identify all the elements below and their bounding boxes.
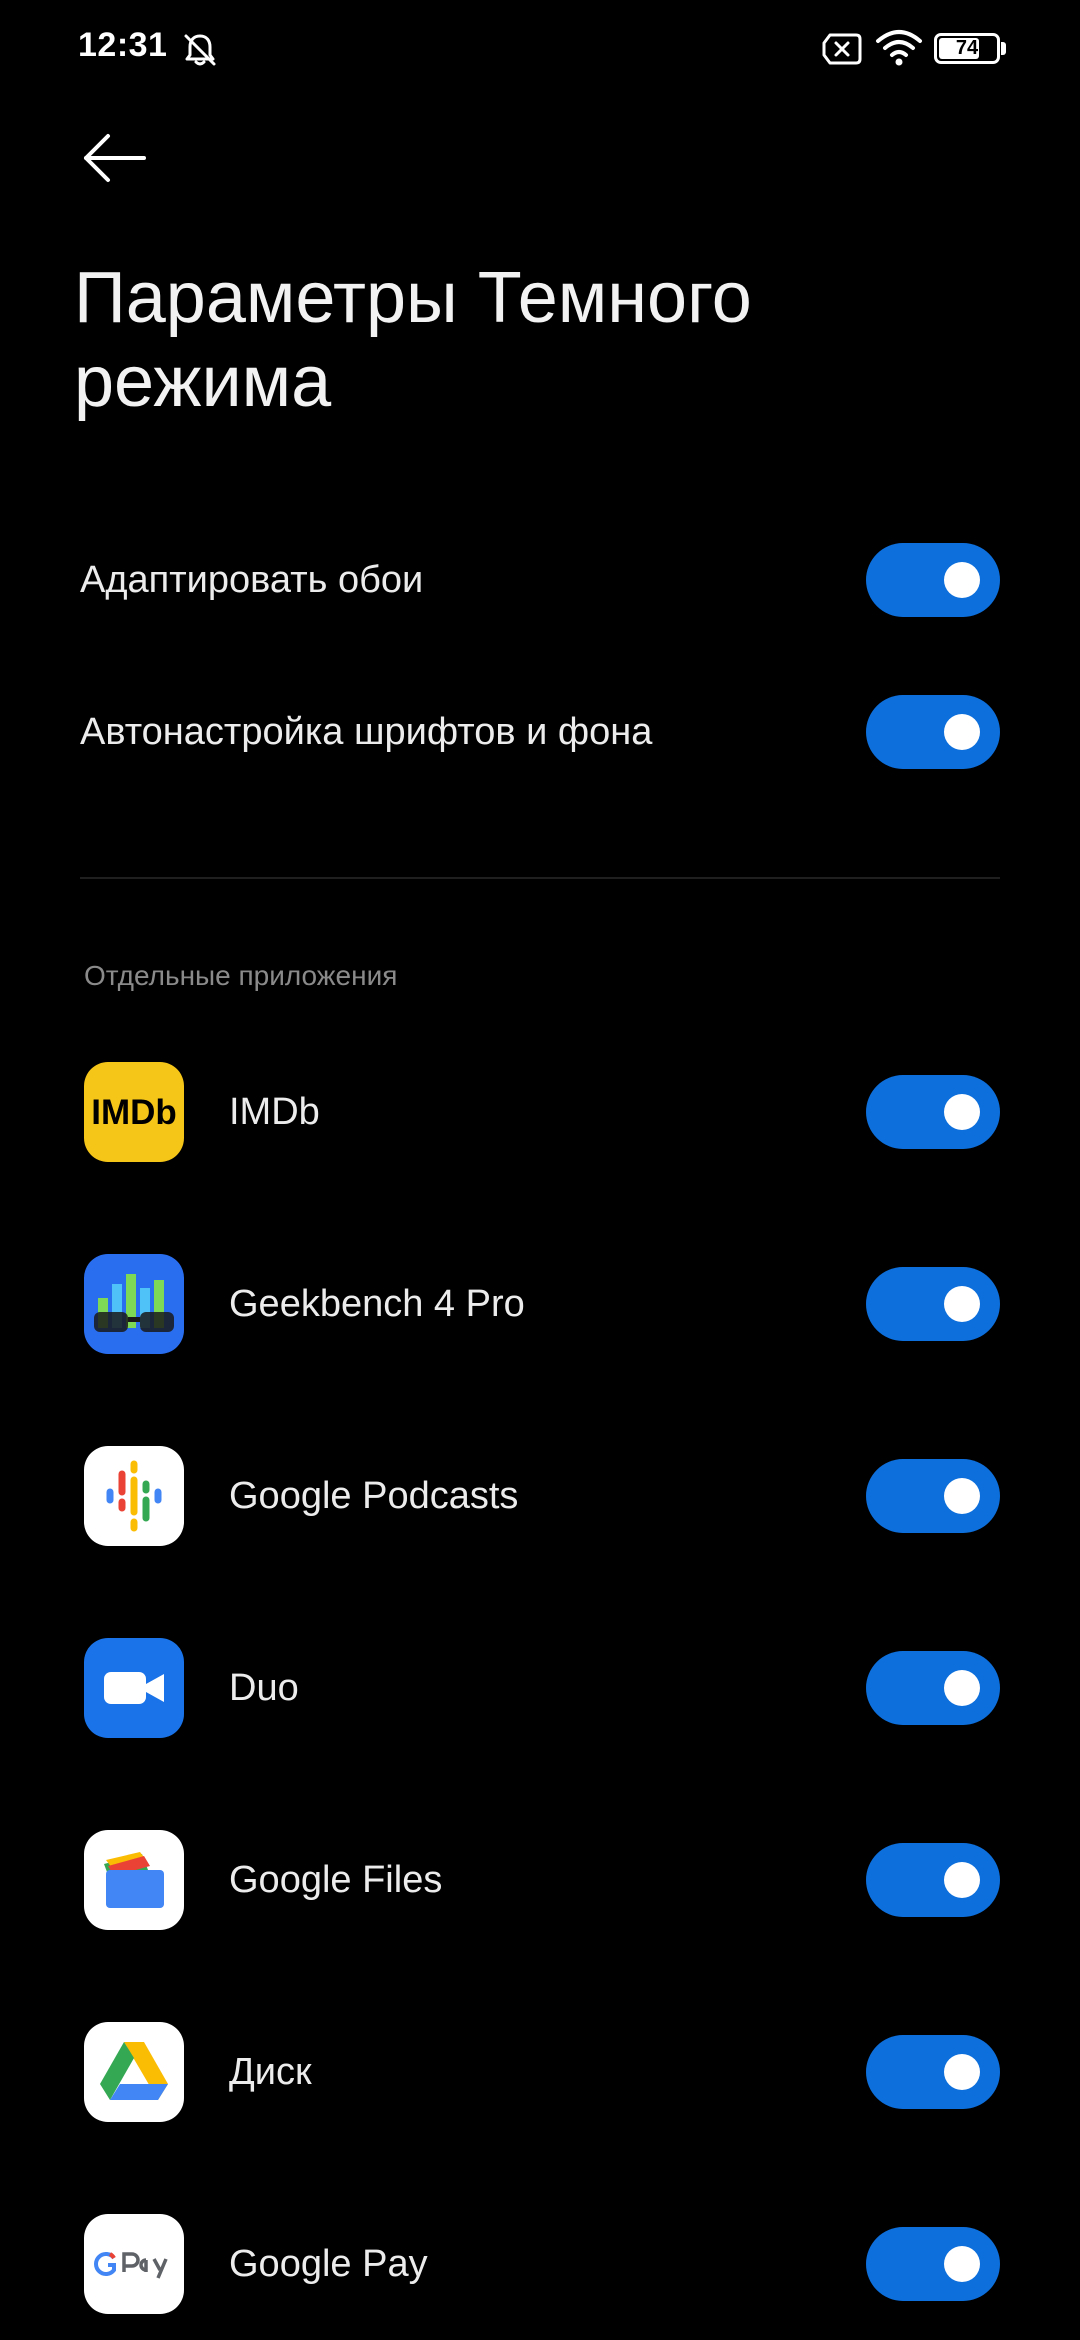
toggle-knob [944,1670,980,1706]
setting-adapt-wallpaper[interactable]: Адаптировать обои [0,520,1080,640]
setting-label: Автонастройка шрифтов и фона [80,711,653,753]
divider [80,877,1000,879]
toggle-knob [944,1286,980,1322]
app-label: Duo [229,1667,299,1709]
imdb-toggle[interactable] [866,1075,1000,1149]
imdb-icon: IMDb [84,1062,184,1162]
google-pay-toggle[interactable] [866,2227,1000,2301]
toggle-knob [944,1094,980,1130]
toggle-knob [944,1478,980,1514]
toggle-knob [944,2054,980,2090]
status-bar: 12:31 74 [0,0,1080,100]
duo-toggle[interactable] [866,1651,1000,1725]
battery-tip [1001,42,1006,55]
dark-mode-settings-screen: 12:31 74 Параметры Темного режима Адапти… [0,0,1080,2340]
toggle-knob [944,562,980,598]
app-row-duo[interactable]: Duo [0,1592,1080,1784]
geekbench-icon [84,1254,184,1354]
app-row-google-drive[interactable]: Диск [0,1976,1080,2168]
app-label: Google Pay [229,2243,428,2285]
status-time: 12:31 [78,26,168,64]
google-podcasts-icon [84,1446,184,1546]
google-drive-toggle[interactable] [866,2035,1000,2109]
toggle-knob [944,714,980,750]
duo-icon [84,1638,184,1738]
toggle-knob [944,2246,980,2282]
svg-text:IMDb: IMDb [91,1093,177,1132]
google-drive-icon [84,2022,184,2122]
section-header: Отдельные приложения [84,960,398,991]
geekbench-toggle[interactable] [866,1267,1000,1341]
toggle-knob [944,1862,980,1898]
google-files-icon [84,1830,184,1930]
app-label: IMDb [229,1091,320,1133]
google-podcasts-toggle[interactable] [866,1459,1000,1533]
battery-level: 74 [955,37,979,59]
app-row-google-podcasts[interactable]: Google Podcasts [0,1400,1080,1592]
app-row-geekbench[interactable]: Geekbench 4 Pro [0,1208,1080,1400]
google-pay-icon [84,2214,184,2314]
app-row-imdb[interactable]: IMDb IMDb [0,1016,1080,1208]
setting-label: Адаптировать обои [80,559,424,601]
setting-auto-fonts-background[interactable]: Автонастройка шрифтов и фона [0,672,1080,792]
app-label: Google Podcasts [229,1475,519,1517]
page-title: Параметры Темного режима [74,258,752,422]
sim-none-icon [822,33,862,65]
app-label: Google Files [229,1859,443,1901]
adapt-wallpaper-toggle[interactable] [866,543,1000,617]
arrow-left-icon[interactable] [80,130,152,186]
app-label: Диск [229,2051,312,2093]
bell-muted-icon [184,34,216,66]
wifi-icon [876,30,922,66]
app-row-google-pay[interactable]: Google Pay [0,2168,1080,2340]
app-row-google-files[interactable]: Google Files [0,1784,1080,1976]
auto-fonts-background-toggle[interactable] [866,695,1000,769]
google-files-toggle[interactable] [866,1843,1000,1917]
app-label: Geekbench 4 Pro [229,1283,525,1325]
battery-icon: 74 [934,33,1000,64]
